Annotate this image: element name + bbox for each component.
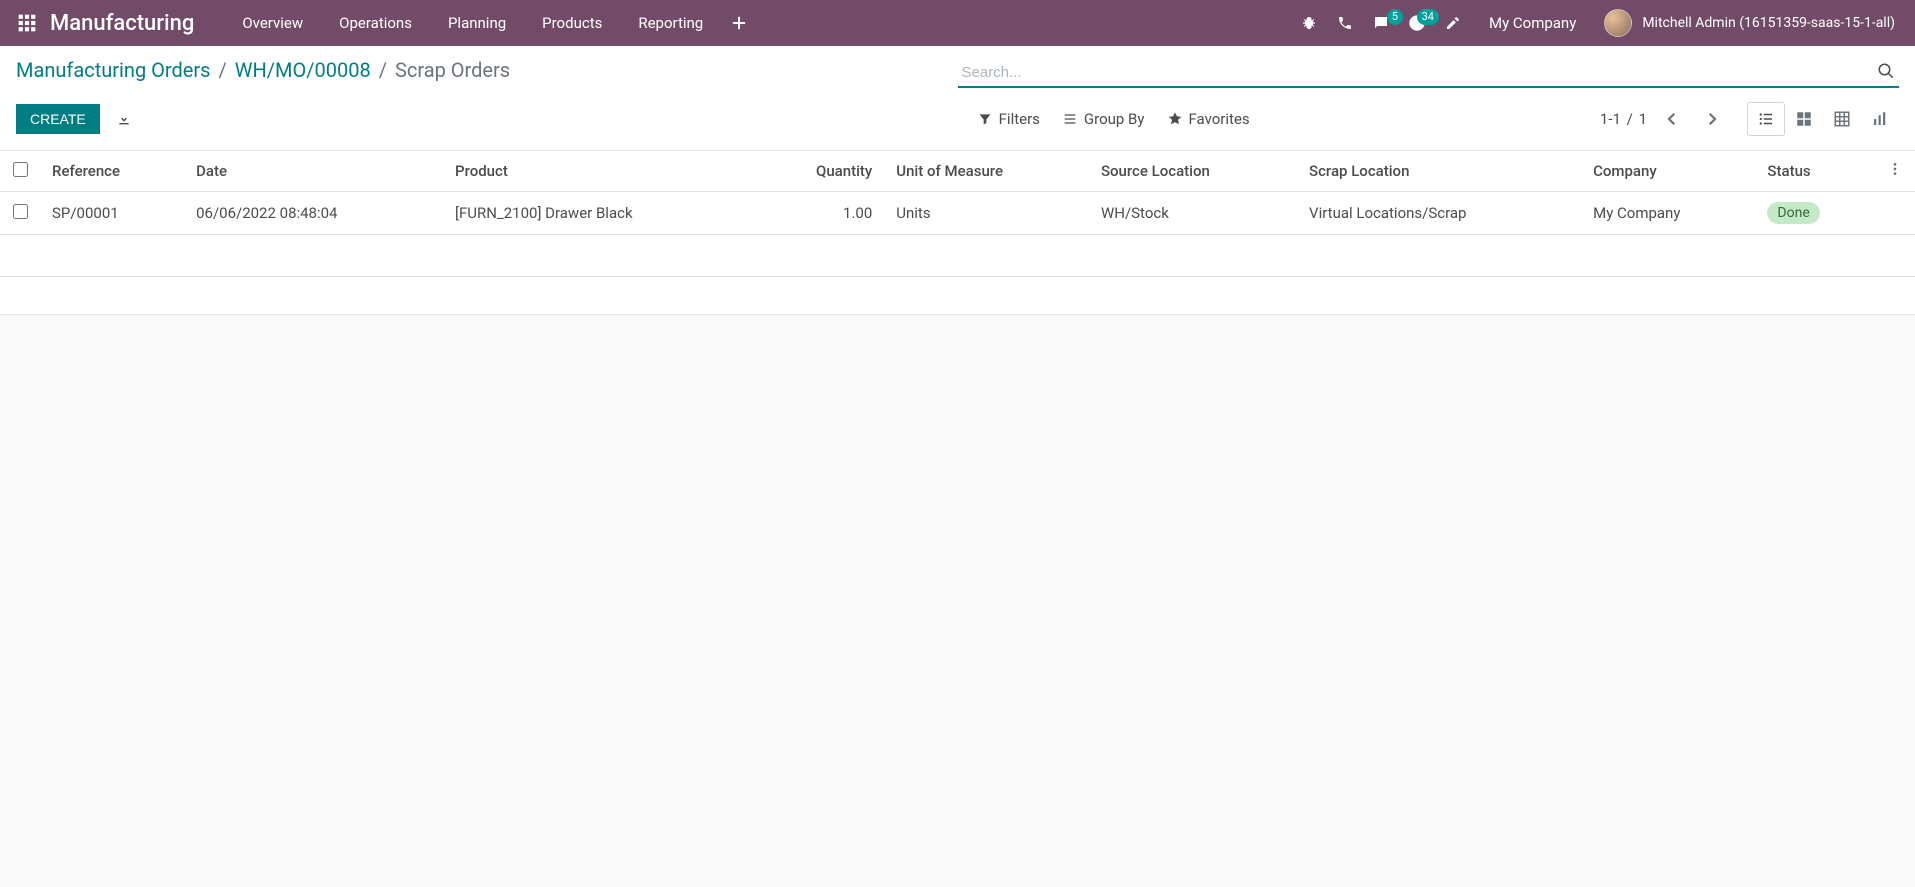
col-scrap-loc[interactable]: Scrap Location [1297, 151, 1581, 192]
download-icon[interactable] [112, 111, 136, 127]
view-graph-icon[interactable] [1861, 102, 1899, 136]
col-status[interactable]: Status [1755, 151, 1875, 192]
list-view: Reference Date Product Quantity Unit of … [0, 151, 1915, 315]
breadcrumb-item-0[interactable]: Manufacturing Orders [16, 58, 211, 82]
col-date[interactable]: Date [184, 151, 443, 192]
navbar: Manufacturing Overview Operations Planni… [0, 0, 1915, 46]
view-kanban-icon[interactable] [1785, 102, 1823, 136]
col-uom[interactable]: Unit of Measure [884, 151, 1089, 192]
view-list-icon[interactable] [1747, 102, 1785, 136]
table-row[interactable]: SP/00001 06/06/2022 08:48:04 [FURN_2100]… [0, 192, 1915, 235]
col-options-icon[interactable] [1875, 151, 1915, 192]
col-product[interactable]: Product [443, 151, 759, 192]
search-box[interactable] [958, 58, 1900, 88]
phone-icon[interactable] [1327, 5, 1363, 41]
table-header-row: Reference Date Product Quantity Unit of … [0, 151, 1915, 192]
col-reference[interactable]: Reference [40, 151, 184, 192]
breadcrumb-item-2: Scrap Orders [395, 58, 510, 82]
select-all-checkbox[interactable] [13, 162, 28, 177]
search-input[interactable] [958, 60, 1900, 85]
cell-product: [FURN_2100] Drawer Black [443, 192, 759, 235]
status-badge: Done [1767, 202, 1819, 224]
bug-icon[interactable] [1291, 5, 1327, 41]
apps-icon[interactable] [10, 6, 44, 40]
col-src-loc[interactable]: Source Location [1089, 151, 1297, 192]
breadcrumb: Manufacturing Orders / WH/MO/00008 / Scr… [16, 58, 510, 82]
app-brand[interactable]: Manufacturing [50, 11, 194, 36]
user-name: Mitchell Admin (16151359-saas-15-1-all) [1642, 15, 1895, 31]
cell-src-loc: WH/Stock [1089, 192, 1297, 235]
row-checkbox[interactable] [13, 204, 28, 219]
cell-reference: SP/00001 [40, 192, 184, 235]
control-panel: Manufacturing Orders / WH/MO/00008 / Scr… [0, 46, 1915, 151]
breadcrumb-sep: / [379, 58, 387, 82]
col-quantity[interactable]: Quantity [759, 151, 885, 192]
groupby-label: Group By [1084, 110, 1145, 128]
view-switcher [1747, 102, 1899, 136]
filters-label: Filters [999, 110, 1040, 128]
menu-products[interactable]: Products [524, 0, 620, 46]
view-pivot-icon[interactable] [1823, 102, 1861, 136]
avatar [1604, 9, 1632, 37]
filters-button[interactable]: Filters [977, 110, 1040, 128]
messages-icon[interactable]: 5 [1363, 5, 1399, 41]
menu-overview[interactable]: Overview [224, 0, 321, 46]
cell-quantity: 1.00 [759, 192, 885, 235]
menu-reporting[interactable]: Reporting [620, 0, 721, 46]
activities-icon[interactable]: 34 [1399, 5, 1435, 41]
plus-icon[interactable] [721, 5, 757, 41]
breadcrumb-sep: / [219, 58, 227, 82]
cell-status: Done [1755, 192, 1875, 235]
breadcrumb-item-1[interactable]: WH/MO/00008 [235, 58, 371, 82]
favorites-label: Favorites [1189, 110, 1250, 128]
menu-planning[interactable]: Planning [430, 0, 524, 46]
pager-prev[interactable] [1657, 104, 1687, 134]
pager-next[interactable] [1697, 104, 1727, 134]
col-company[interactable]: Company [1581, 151, 1755, 192]
search-icon[interactable] [1877, 62, 1895, 84]
favorites-button[interactable]: Favorites [1167, 110, 1250, 128]
company-switcher[interactable]: My Company [1471, 14, 1594, 32]
tools-icon[interactable] [1435, 5, 1471, 41]
menu-operations[interactable]: Operations [321, 0, 430, 46]
pager: 1-1 / 1 [1600, 104, 1727, 134]
groupby-button[interactable]: Group By [1062, 110, 1145, 128]
cell-uom: Units [884, 192, 1089, 235]
user-menu[interactable]: Mitchell Admin (16151359-saas-15-1-all) [1594, 9, 1905, 37]
pager-text[interactable]: 1-1 / 1 [1600, 110, 1647, 128]
cell-company: My Company [1581, 192, 1755, 235]
cell-scrap-loc: Virtual Locations/Scrap [1297, 192, 1581, 235]
create-button[interactable]: CREATE [16, 104, 100, 134]
cell-date: 06/06/2022 08:48:04 [184, 192, 443, 235]
